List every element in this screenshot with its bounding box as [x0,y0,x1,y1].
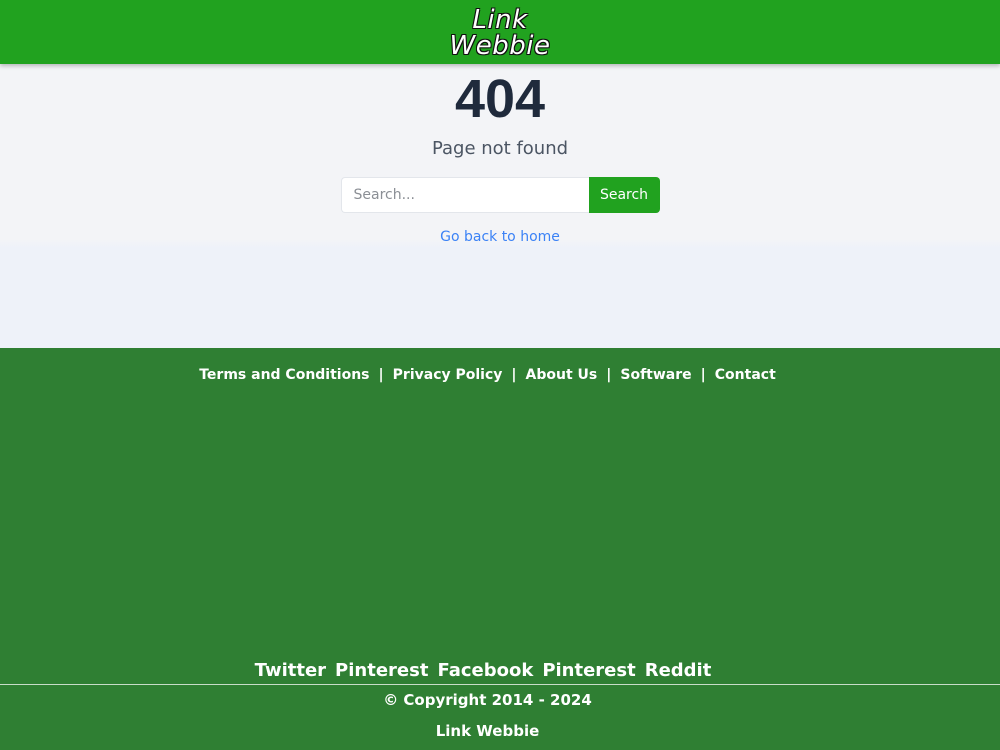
footer-link-privacy[interactable]: Privacy Policy [393,367,503,383]
social-link-pinterest[interactable]: Pinterest [335,660,428,681]
footer-divider [0,684,1000,685]
footer-link-terms[interactable]: Terms and Conditions [199,367,369,383]
error-message: Page not found [431,138,569,159]
social-link-pinterest-2[interactable]: Pinterest [542,660,635,681]
logo-line-2: Webbie [449,31,551,61]
copyright-text: © Copyright 2014 - 2024 [383,691,592,709]
error-code: 404 [454,69,546,129]
footer-site-name: Link Webbie [435,722,540,740]
footer-link-software[interactable]: Software [620,367,691,383]
go-home-link[interactable]: Go back to home [440,229,560,245]
footer-link-contact[interactable]: Contact [715,367,776,383]
site-logo[interactable]: Link Webbie [450,7,551,59]
search-button[interactable]: Search [588,177,660,213]
footer-separator: | [378,367,384,383]
social-link-facebook[interactable]: Facebook [437,660,533,681]
logo-line-1: Link [472,5,528,35]
social-link-twitter[interactable]: Twitter [255,660,326,681]
footer-link-about[interactable]: About Us [526,367,598,383]
not-found-section: 404 Page not found Search Go back to hom… [0,64,1000,348]
footer-separator: | [511,367,517,383]
site-footer: Terms and Conditions | Privacy Policy | … [0,348,1000,750]
footer-nav: Terms and Conditions | Privacy Policy | … [0,367,975,383]
footer-separator: | [700,367,706,383]
footer-separator: | [606,367,612,383]
social-link-reddit[interactable]: Reddit [645,660,712,681]
search-input[interactable] [340,177,589,213]
social-links: Twitter Pinterest Facebook Pinterest Red… [0,660,966,681]
search-form: Search [340,177,660,213]
site-header: Link Webbie [0,0,1000,64]
